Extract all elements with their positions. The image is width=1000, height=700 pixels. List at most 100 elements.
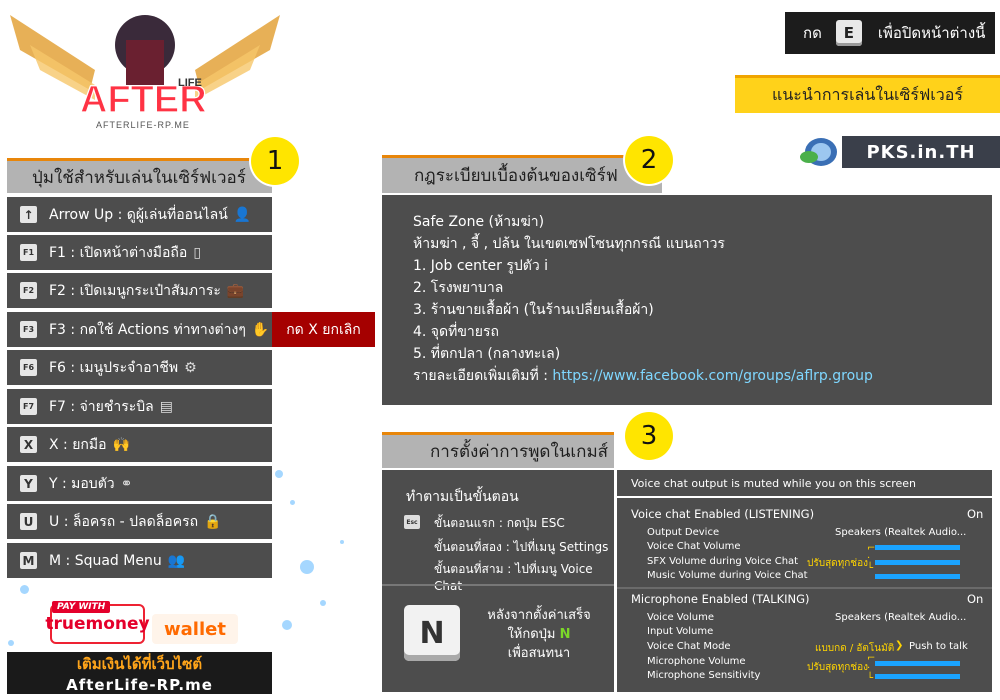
briefcase-icon: 💼 [226,282,245,299]
voice-device-select[interactable]: Speakers (Realtek Audio... [835,612,966,623]
voice-chat-volume-label: Voice Chat Volume [647,541,741,552]
key-item-f6: F6 F6 : เมนูประจำอาชีพ ⚙ [7,350,272,385]
y-key-icon: Y [20,475,37,492]
key-item-f1: F1 F1 : เปิดหน้าต่างมือถือ ▯ [7,235,272,270]
f1-key-icon: F1 [20,244,37,261]
rule-more-line: รายละเอียดเพิ่มเติมที่ : https://www.fac… [413,365,992,387]
controls-section-title: ปุ่มใช้สำหรับเล่นในเซิร์ฟเวอร์ [7,158,272,193]
f3-key-icon: F3 [20,321,37,338]
rules-section-title: กฎระเบียบเบื้องต้นของเซิร์ฟ [382,155,662,193]
rule-line: 4. จุดที่ขายรถ [413,324,499,340]
key-item-y: Y Y : มอบตัว ⚭ [7,466,272,501]
section-number-badge: 1 [251,137,299,185]
microphone-sensitivity-label: Microphone Sensitivity [647,670,761,681]
key-item-label: Arrow Up : ดูผู้เล่นที่ออนไลน์ [49,206,228,223]
step-2: ขั้นตอนที่สอง : ไปที่เมนู Settings [434,540,609,554]
tools-icon: ⚙ [184,359,197,376]
rule-line: 1. Job center รูปตัว i [413,258,549,274]
close-hint-prefix: กด [803,24,822,42]
squad-icon: 👥 [167,552,186,569]
server-logo: AFTER LIFE AFTERLIFE-RP.ME [0,0,290,140]
key-item-label: F1 : เปิดหน้าต่างมือถือ [49,244,188,261]
key-item-label: F2 : เปิดเมนูกระเป๋าสัมภาระ [49,282,221,299]
listening-state[interactable]: On [967,507,983,521]
key-item-u: U U : ล็อครถ - ปลดล็อครถ 🔒 [7,504,272,539]
chevron-right-icon: ❯ [895,640,904,651]
key-item-f2: F2 F2 : เปิดเมนูกระเป๋าสัมภาระ 💼 [7,273,272,308]
pay-with-label: PAY WITH [52,601,111,613]
voice-chat-mode-select[interactable]: Push to talk [909,641,968,652]
pks-banner[interactable]: PKS.in.TH [842,136,1000,168]
n-key-icon: N [404,605,460,661]
key-item-label: X : ยกมือ [49,436,107,453]
key-item-label: F7 : จ่ายชำระบิล [49,398,154,415]
voice-chat-mode-label: Voice Chat Mode [647,641,731,652]
output-device-select[interactable]: Speakers (Realtek Audio... [835,527,966,538]
x-key-icon: X [20,436,37,453]
key-item-x: X X : ยกมือ 🙌 [7,427,272,462]
listening-title: Voice chat Enabled (LISTENING) [631,507,815,521]
rule-line: 3. ร้านขายเสื้อผ้า (ในร้านเปลี่ยนเสื้อผ้… [413,302,654,318]
key-item-m: M M : Squad Menu 👥 [7,543,272,578]
rule-line: Safe Zone (ห้ามฆ่า) [413,214,545,230]
facebook-group-link[interactable]: https://www.facebook.com/groups/aflrp.gr… [552,368,873,384]
divider [382,584,614,586]
microphone-volume-slider[interactable] [875,661,960,666]
rules-title-text: กฎระเบียบเบื้องต้นของเซิร์ฟ [414,166,618,186]
microphone-state[interactable]: On [967,592,983,606]
mode-hint: แบบกด / อัตโนมัติ [815,643,895,654]
adjust-all-hint: ปรับสุดทุกช่อง [807,558,868,569]
handcuffs-icon: ⚭ [120,475,133,492]
svg-text:LIFE: LIFE [178,77,202,89]
voice-chat-panel: Voice chat Enabled (LISTENING) On Output… [617,498,992,692]
voice-muted-notice: Voice chat output is muted while you on … [617,470,992,496]
section-number-badge: 2 [625,136,673,184]
close-hint-suffix: เพื่อปิดหน้าต่างนี้ [877,24,986,42]
key-item-label: F6 : เมนูประจำอาชีพ [49,359,179,376]
f2-key-icon: F2 [20,282,37,299]
step-1: ขั้นตอนแรก : กดปุ่ม ESC [434,516,565,530]
rules-content: Safe Zone (ห้ามฆ่า) ห้ามฆ่า , จี้ , ปล้น… [382,195,992,405]
key-item-arrow-up: ↑ Arrow Up : ดูผู้เล่นที่ออนไลน์ 👤 [7,197,272,232]
music-volume-label: Music Volume during Voice Chat [647,570,808,581]
steps-panel: ทำตามเป็นขั้นตอน Esc ขั้นตอนแรก : กดปุ่ม… [382,470,614,692]
raise-hands-icon: 🙌 [112,436,130,453]
topup-banner[interactable]: เติมเงินได้ที่เว็บไซต์ AfterLife-RP.me [7,652,272,694]
key-item-f3: F3 F3 : กดใช้ Actions ท่าทางต่างๆ ✋ [7,312,272,347]
key-item-label: Y : มอบตัว [49,475,115,492]
voice-chat-volume-slider[interactable] [875,545,960,550]
topup-site: AfterLife-RP.me [66,676,213,694]
wallet-logo: wallet [152,614,238,644]
f7-key-icon: F7 [20,398,37,415]
input-volume-label: Input Volume [647,626,714,637]
after-line-1: หลังจากตั้งค่าเสร็จ [487,608,591,623]
svg-text:AFTERLIFE-RP.ME: AFTERLIFE-RP.ME [96,120,190,130]
microphone-title: Microphone Enabled (TALKING) [631,592,810,606]
voice-settings-section-title: การตั้งค่าการพูดในเกมส์ [382,432,614,468]
sfx-volume-slider[interactable] [875,560,960,565]
steps-title: ทำตามเป็นขั้นตอน [406,489,519,505]
bill-icon: ▤ [159,398,173,415]
bracket-indicator: ⌐ · └ [867,543,876,574]
lock-icon: 🔒 [204,513,222,530]
n-key-highlight: N [559,627,571,642]
key-item-label: F3 : กดใช้ Actions ท่าทางต่างๆ [49,321,246,338]
after-line-2-prefix: ให้กดปุ่ม [507,627,560,642]
section-number-badge: 3 [625,412,673,460]
music-volume-slider[interactable] [875,574,960,579]
topup-text: เติมเงินได้ที่เว็บไซต์ [76,655,203,673]
arrow-up-key-icon: ↑ [20,206,37,223]
m-key-icon: M [20,552,37,569]
after-setup-text: หลังจากตั้งค่าเสร็จ ให้กดปุ่ม N เพื่อสนท… [474,606,604,663]
voice-settings-title-text: การตั้งค่าการพูดในเกมส์ [430,442,609,462]
after-line-2: ให้กดปุ่ม N [474,625,604,644]
u-key-icon: U [20,513,37,530]
microphone-sensitivity-slider[interactable] [875,674,960,679]
controls-title-text: ปุ่มใช้สำหรับเล่นในเซิร์ฟเวอร์ [32,167,246,188]
phone-icon: ▯ [193,244,202,261]
after-line-3: เพื่อสนทนา [507,646,571,661]
close-window-hint: กด E เพื่อปิดหน้าต่างนี้ [785,12,995,54]
rule-line: ห้ามฆ่า , จี้ , ปล้น ในเขตเซฟโซนทุกกรณี … [413,236,725,252]
voice-volume-label: Voice Volume [647,612,714,623]
key-item-label: M : Squad Menu [49,552,162,569]
